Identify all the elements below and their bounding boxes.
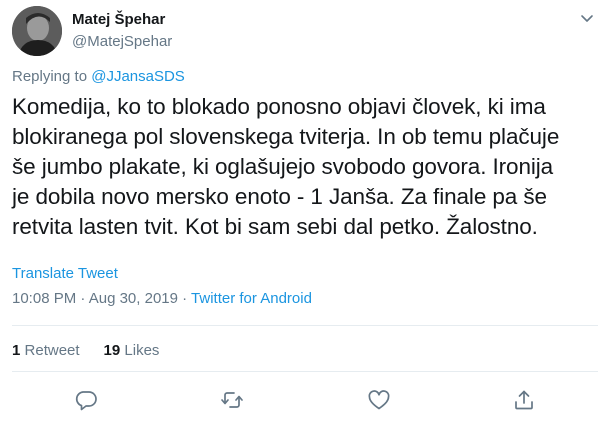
retweet-count: 1 bbox=[12, 342, 21, 359]
translate-tweet-link[interactable]: Translate Tweet bbox=[12, 265, 118, 282]
tweet-card: Matej Špehar @MatejSpehar Replying to @J… bbox=[0, 0, 610, 422]
tweet-line: retvita lasten tvit. Kot bi sam sebi dal… bbox=[12, 214, 538, 239]
heart-icon[interactable] bbox=[367, 388, 391, 412]
likes-stat[interactable]: 19 Likes bbox=[104, 342, 160, 359]
share-icon[interactable] bbox=[512, 388, 536, 412]
tweet-line: je dobila novo mersko enoto - 1 Janša. Z… bbox=[12, 184, 547, 209]
divider bbox=[12, 325, 598, 326]
replying-to: Replying to @JJansaSDS bbox=[12, 68, 185, 85]
tweet-text: Komedija, ko to blokado ponosno objavi č… bbox=[12, 92, 602, 242]
reply-target-link[interactable]: @JJansaSDS bbox=[91, 68, 185, 85]
tweet-stats: 1 Retweet 19 Likes bbox=[12, 342, 159, 359]
divider bbox=[12, 371, 598, 372]
retweet-icon[interactable] bbox=[220, 388, 244, 412]
like-label: Likes bbox=[124, 342, 160, 359]
author-name[interactable]: Matej Špehar bbox=[72, 11, 165, 28]
replying-prefix: Replying to bbox=[12, 68, 92, 85]
meta-separator: · bbox=[76, 290, 89, 307]
tweet-line: še jumbo plakate, ki oglašujejo svobodo … bbox=[12, 154, 554, 179]
tweet-metadata: 10:08 PM · Aug 30, 2019 · Twitter for An… bbox=[12, 290, 312, 307]
retweet-label: Retweet bbox=[24, 342, 80, 359]
like-count: 19 bbox=[103, 342, 121, 359]
tweet-actions bbox=[0, 388, 610, 414]
tweet-line: blokiranega pol slovenskega tviterja. In… bbox=[12, 124, 560, 149]
reply-icon[interactable] bbox=[74, 388, 98, 412]
meta-separator: · bbox=[177, 290, 192, 307]
avatar[interactable] bbox=[12, 6, 62, 56]
tweet-source[interactable]: Twitter for Android bbox=[191, 290, 312, 307]
retweets-stat[interactable]: 1 Retweet bbox=[12, 342, 80, 359]
tweet-line: Komedija, ko to blokado ponosno objavi č… bbox=[12, 94, 546, 119]
tweet-date[interactable]: Aug 30, 2019 bbox=[89, 290, 178, 307]
author-handle[interactable]: @MatejSpehar bbox=[72, 33, 172, 50]
tweet-time[interactable]: 10:08 PM bbox=[12, 290, 76, 307]
chevron-down-icon[interactable] bbox=[578, 9, 596, 27]
